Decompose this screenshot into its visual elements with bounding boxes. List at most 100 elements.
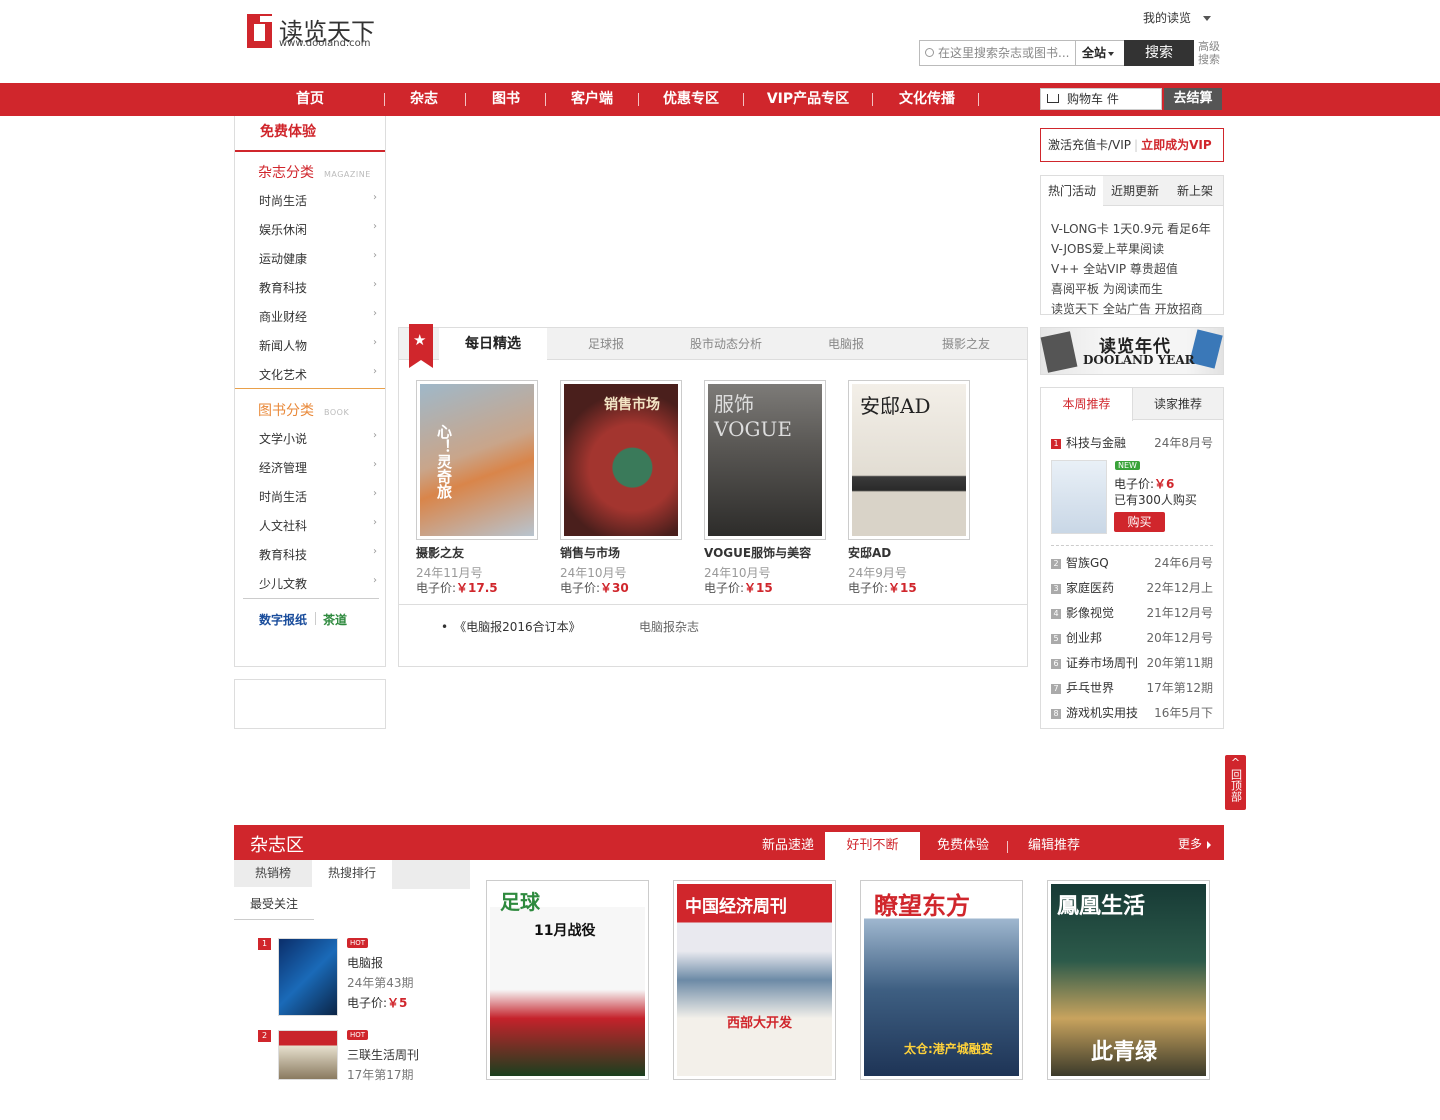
nav-discount[interactable]: 优惠专区 bbox=[652, 83, 730, 116]
category-item[interactable]: 运动健康 › bbox=[259, 250, 377, 267]
checkout-button[interactable]: 去结算 bbox=[1164, 88, 1222, 110]
nav-magazine[interactable]: 杂志 bbox=[396, 83, 452, 116]
cart-button[interactable]: 购物车 件 bbox=[1040, 88, 1162, 110]
rank-item[interactable]: 3 家庭医药 22年12月上 bbox=[1051, 579, 1213, 596]
search-bar: 在这里搜索杂志或图书... 全站 搜索 bbox=[919, 40, 1194, 66]
promo-link[interactable]: 《电脑报2016合订本》 bbox=[441, 618, 581, 635]
digital-newspaper-link[interactable]: 数字报纸 bbox=[259, 611, 307, 628]
activity-item[interactable]: 读览天下 全站广告 开放招商 bbox=[1051, 300, 1203, 317]
sidebar-ad-slot bbox=[234, 679, 386, 729]
search-scope-select[interactable]: 全站 bbox=[1075, 41, 1124, 65]
rank-top-cover[interactable] bbox=[1051, 460, 1107, 534]
tab-football[interactable]: 足球报 bbox=[559, 328, 653, 360]
nav-culture[interactable]: 文化传播 bbox=[888, 83, 966, 116]
category-item[interactable]: 娱乐休闲 › bbox=[259, 221, 377, 238]
magazine-cover[interactable]: 销售市场 bbox=[560, 380, 682, 540]
category-item[interactable]: 教育科技 › bbox=[259, 546, 377, 563]
chevron-right-icon: › bbox=[373, 221, 377, 232]
rank-item[interactable]: 7 乒乓世界 17年第12期 bbox=[1051, 679, 1213, 696]
ranking-issue: 24年第43期 bbox=[347, 976, 414, 990]
tea-link[interactable]: 茶道 bbox=[323, 611, 347, 628]
rank-item[interactable]: 1 科技与金融 24年8月号 bbox=[1051, 434, 1213, 451]
tab-free-trial-zone[interactable]: 免费体验 bbox=[924, 825, 1002, 860]
tab-new-arrivals[interactable]: 新上架 bbox=[1167, 176, 1223, 206]
magazine-cover[interactable]: 安邸AD bbox=[848, 380, 970, 540]
tab-hot-activities[interactable]: 热门活动 bbox=[1041, 176, 1103, 207]
ranking-item[interactable]: 1 HOT 电脑报 24年第43期 电子价:￥5 bbox=[258, 938, 458, 1028]
magazine-cover[interactable]: 服饰VOGUE bbox=[704, 380, 826, 540]
rank-item[interactable]: 4 影像视觉 21年12月号 bbox=[1051, 604, 1213, 621]
ranking-cover[interactable] bbox=[278, 1030, 338, 1080]
activity-item[interactable]: V-JOBS爱上苹果阅读 bbox=[1051, 240, 1164, 257]
nav-vip[interactable]: VIP产品专区 bbox=[758, 83, 858, 116]
category-item[interactable]: 文学小说 › bbox=[259, 430, 377, 447]
magazine-name[interactable]: 摄影之友 bbox=[416, 544, 464, 561]
tab-good-magazines[interactable]: 好刊不断 bbox=[825, 832, 920, 860]
tab-daily-picks[interactable]: 每日精选 bbox=[439, 328, 547, 361]
logo-mark-icon bbox=[247, 14, 272, 48]
nav-divider bbox=[872, 93, 873, 106]
nav-home[interactable]: 首页 bbox=[268, 83, 352, 116]
tab-editor-picks[interactable]: 编辑推荐 bbox=[1014, 825, 1094, 860]
tab-computer[interactable]: 电脑报 bbox=[799, 328, 893, 360]
magazine-cover[interactable]: 心！灵奇旅 bbox=[416, 380, 538, 540]
tab-weekly[interactable]: 本周推荐 bbox=[1041, 388, 1133, 421]
nav-client[interactable]: 客户端 bbox=[558, 83, 626, 116]
magazine-name[interactable]: 安邸AD bbox=[848, 544, 891, 561]
zone-magazine-cover[interactable]: 瞭望东方 太仓:港产城融变 bbox=[860, 880, 1023, 1080]
tab-best-sellers[interactable]: 热销榜 bbox=[234, 860, 312, 889]
magazine-name[interactable]: 销售与市场 bbox=[560, 544, 620, 561]
back-to-top-button[interactable]: ^ 回顶部 bbox=[1225, 755, 1246, 810]
book-category-en: BOOK bbox=[324, 408, 350, 417]
activity-item[interactable]: 喜阅平板 为阅读而生 bbox=[1051, 280, 1163, 297]
tab-photo[interactable]: 摄影之友 bbox=[909, 328, 1023, 360]
nav-books[interactable]: 图书 bbox=[478, 83, 534, 116]
category-item[interactable]: 商业财经 › bbox=[259, 308, 377, 325]
weekly-recommend-panel: 本周推荐 读家推荐 1 科技与金融 24年8月号 NEW 电子价:￥6 已有300人… bbox=[1040, 387, 1224, 729]
activity-item[interactable]: V++ 全站VIP 尊贵超值 bbox=[1051, 260, 1178, 277]
magazine-name[interactable]: VOGUE服饰与美容 bbox=[704, 544, 811, 561]
category-item[interactable]: 人文社科 › bbox=[259, 517, 377, 534]
rank-item[interactable]: 5 创业邦 20年12月号 bbox=[1051, 629, 1213, 646]
dooland-year-banner[interactable]: 读览年代 DOOLAND YEAR bbox=[1040, 327, 1224, 375]
zone-magazine-cover[interactable]: 中国经济周刊 西部大开发 bbox=[673, 880, 836, 1080]
ranking-name[interactable]: 电脑报 bbox=[347, 954, 383, 971]
buy-button[interactable]: 购买 bbox=[1114, 512, 1165, 532]
search-button[interactable]: 搜索 bbox=[1124, 40, 1194, 66]
promo-link[interactable]: 电脑报杂志 bbox=[639, 618, 699, 635]
search-input[interactable]: 在这里搜索杂志或图书... bbox=[920, 41, 1075, 65]
free-trial-link[interactable]: 免费体验 bbox=[235, 116, 385, 152]
rank-item[interactable]: 8 游戏机实用技 16年5月下 bbox=[1051, 704, 1213, 721]
zone-magazine-cover[interactable]: 鳳凰生活 此青绿 bbox=[1047, 880, 1210, 1080]
tab-hot-search[interactable]: 热搜排行 bbox=[312, 860, 392, 889]
become-vip-link[interactable]: 立即成为VIP bbox=[1141, 138, 1212, 152]
tab-new-arrivals-zone[interactable]: 新品速递 bbox=[742, 825, 834, 860]
rank-item[interactable]: 6 证券市场周刊 20年第11期 bbox=[1051, 654, 1213, 671]
category-item[interactable]: 教育科技 › bbox=[259, 279, 377, 296]
category-item[interactable]: 经济管理 › bbox=[259, 459, 377, 476]
category-item[interactable]: 少儿文教 › bbox=[259, 575, 377, 592]
my-reading-menu[interactable]: 我的读览 bbox=[1143, 9, 1212, 26]
category-item[interactable]: 新闻人物 › bbox=[259, 337, 377, 354]
ranking-name[interactable]: 三联生活周刊 bbox=[347, 1046, 419, 1063]
link-divider bbox=[315, 612, 316, 625]
chevron-right-icon: › bbox=[373, 250, 377, 261]
tab-reader-picks[interactable]: 读家推荐 bbox=[1133, 388, 1223, 420]
most-followed-label[interactable]: 最受关注 bbox=[234, 889, 314, 920]
more-link[interactable]: 更多 bbox=[1178, 835, 1211, 852]
category-item[interactable]: 时尚生活 › bbox=[259, 488, 377, 505]
cart-label: 购物车 bbox=[1067, 92, 1104, 106]
ranking-cover[interactable] bbox=[278, 938, 338, 1016]
activity-item[interactable]: V-LONG卡 1天0.9元 看足6年 bbox=[1051, 220, 1211, 237]
advanced-search-link[interactable]: 高级搜索 bbox=[1198, 40, 1224, 66]
ranking-item[interactable]: 2 HOT 三联生活周刊 17年第17期 bbox=[258, 1030, 458, 1120]
rank-item[interactable]: 2 智族GQ 24年6月号 bbox=[1051, 554, 1213, 571]
tab-stock[interactable]: 股市动态分析 bbox=[669, 328, 783, 360]
activate-card-link[interactable]: 激活充值卡/VIP bbox=[1048, 138, 1131, 152]
site-logo[interactable]: 读览天下 www.dooland.com bbox=[247, 12, 387, 52]
tab-recent-updates[interactable]: 近期更新 bbox=[1103, 176, 1167, 206]
tab-divider bbox=[1007, 841, 1008, 853]
zone-magazine-cover[interactable]: 足球 11月战役 bbox=[486, 880, 649, 1080]
category-item[interactable]: 文化艺术 › bbox=[259, 366, 377, 383]
category-item[interactable]: 时尚生活 › bbox=[259, 192, 377, 209]
